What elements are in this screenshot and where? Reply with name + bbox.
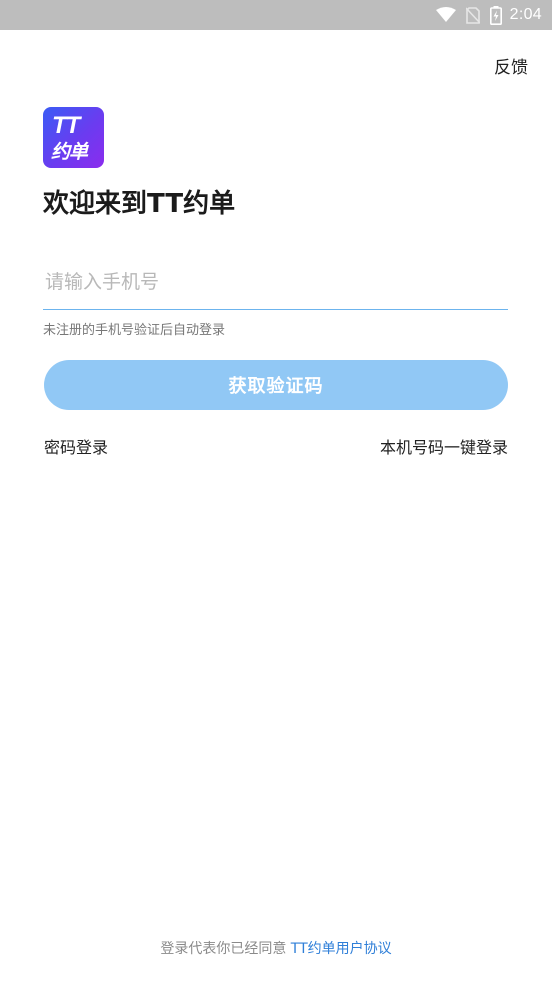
user-agreement-link[interactable]: TT约单用户协议 — [291, 941, 392, 957]
phone-input[interactable] — [43, 262, 508, 302]
phone-input-underline — [43, 309, 508, 310]
app-logo: TT 约单 — [43, 107, 104, 168]
no-sim-icon — [465, 6, 480, 24]
password-login-link[interactable]: 密码登录 — [44, 434, 108, 458]
status-bar: 2:04 — [0, 0, 552, 30]
feedback-button[interactable]: 反馈 — [494, 53, 528, 78]
wifi-icon — [435, 7, 456, 23]
status-time: 2:04 — [509, 6, 542, 23]
one-click-login-link[interactable]: 本机号码一键登录 — [380, 434, 508, 458]
get-code-button[interactable]: 获取验证码 — [44, 360, 508, 410]
agreement-prefix: 登录代表你已经同意 — [160, 941, 291, 957]
logo-text-line2: 约单 — [51, 141, 88, 163]
login-screen: 2:04 反馈 TT 约单 欢迎来到TT约单 未注册的手机号验证后自动登录 获取… — [0, 0, 552, 981]
battery-charging-icon — [489, 5, 502, 25]
welcome-title: 欢迎来到TT约单 — [43, 189, 236, 219]
auto-register-hint: 未注册的手机号验证后自动登录 — [43, 323, 226, 338]
logo-text-line1: TT — [52, 112, 80, 139]
agreement-footer: 登录代表你已经同意 TT约单用户协议 — [0, 938, 552, 958]
